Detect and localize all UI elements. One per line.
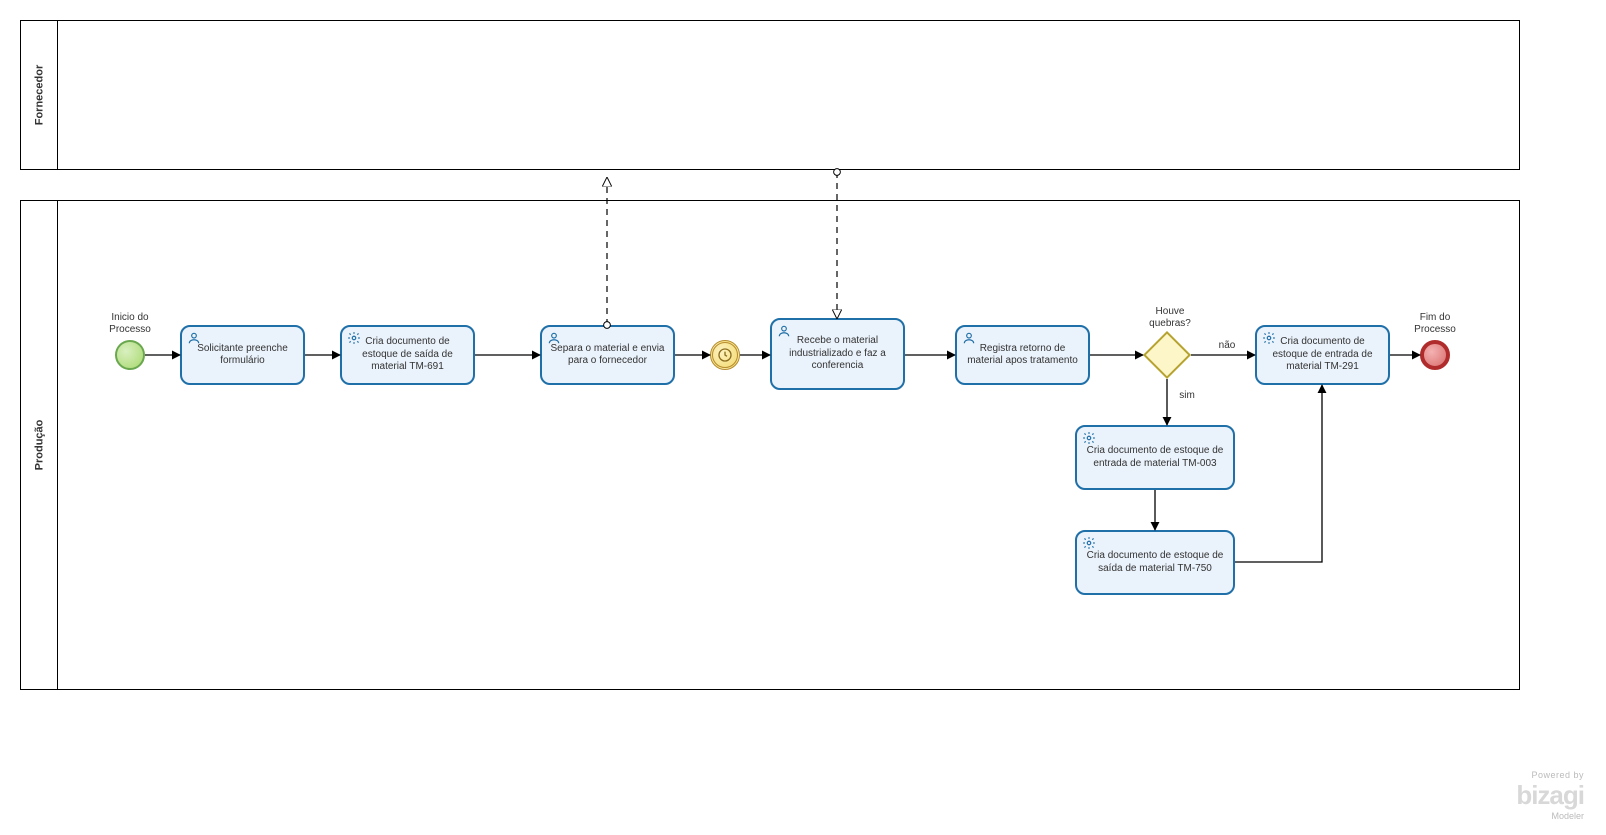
start-event xyxy=(115,340,145,370)
pool-label-producao: Produção xyxy=(33,420,45,471)
user-icon xyxy=(962,331,976,345)
task-recebe-confere: Recebe o material industrializado e faz … xyxy=(770,318,905,390)
user-icon xyxy=(187,331,201,345)
gear-icon xyxy=(1082,431,1096,445)
task-tm-691: Cria documento de estoque de saída de ma… xyxy=(340,325,475,385)
task-tm-750: Cria documento de estoque de saída de ma… xyxy=(1075,530,1235,595)
pool-header-fornecedor: Fornecedor xyxy=(21,21,58,169)
task-preenche-formulario: Solicitante preenche formulário xyxy=(180,325,305,385)
task-label: Cria documento de estoque de entrada de … xyxy=(1263,336,1382,374)
branch-no-label: não xyxy=(1212,340,1242,352)
bpmn-canvas: Fornecedor Produção Inicio do Processo S… xyxy=(0,0,1606,835)
task-label: Cria documento de estoque de saída de ma… xyxy=(348,336,467,374)
gear-icon xyxy=(1262,331,1276,345)
gear-icon xyxy=(1082,536,1096,550)
powered-by-label: Powered by xyxy=(1516,770,1584,780)
task-registra-retorno: Registra retorno de material apos tratam… xyxy=(955,325,1090,385)
task-label: Registra retorno de material apos tratam… xyxy=(963,343,1082,368)
end-event-label: Fim do Processo xyxy=(1405,312,1465,336)
pool-fornecedor: Fornecedor xyxy=(20,20,1520,170)
pool-producao: Produção xyxy=(20,200,1520,690)
user-icon xyxy=(547,331,561,345)
task-separa-envia: Separa o material e envia para o fornece… xyxy=(540,325,675,385)
task-label: Recebe o material industrializado e faz … xyxy=(778,335,897,373)
task-tm-003: Cria documento de estoque de entrada de … xyxy=(1075,425,1235,490)
gateway-question-label: Houve quebras? xyxy=(1140,306,1200,330)
task-label: Separa o material e envia para o fornece… xyxy=(548,343,667,368)
task-tm-291: Cria documento de estoque de entrada de … xyxy=(1255,325,1390,385)
start-event-label: Inicio do Processo xyxy=(100,312,160,336)
timer-event xyxy=(710,340,740,370)
pool-label-fornecedor: Fornecedor xyxy=(33,65,45,126)
product-name: Modeler xyxy=(1516,811,1584,821)
end-event xyxy=(1420,340,1450,370)
task-label: Solicitante preenche formulário xyxy=(188,343,297,368)
branding-logo: Powered by bizagi Modeler xyxy=(1516,770,1584,821)
task-label: Cria documento de estoque de entrada de … xyxy=(1083,445,1227,470)
gear-icon xyxy=(347,331,361,345)
branch-yes-label: sim xyxy=(1172,390,1202,402)
clock-icon xyxy=(717,347,733,363)
pool-header-producao: Produção xyxy=(21,201,58,689)
brand-name: bizagi xyxy=(1516,780,1584,811)
user-icon xyxy=(777,324,791,338)
task-label: Cria documento de estoque de saída de ma… xyxy=(1083,550,1227,575)
